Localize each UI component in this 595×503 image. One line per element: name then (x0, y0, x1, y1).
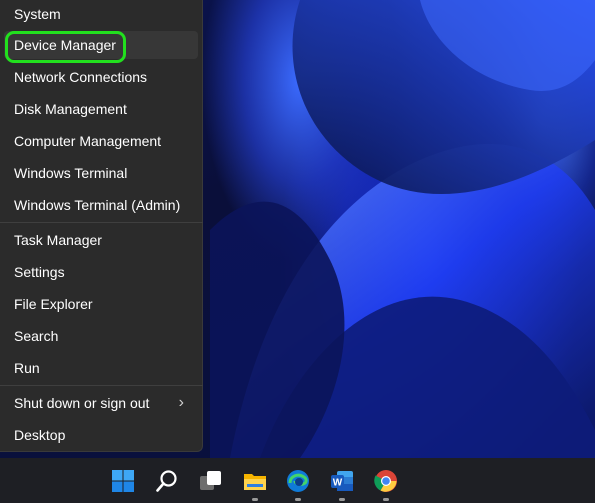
running-indicator (252, 498, 258, 501)
menu-item-file-explorer[interactable]: File Explorer (4, 290, 198, 318)
taskbar: W (0, 458, 595, 503)
menu-item-windows-terminal[interactable]: Windows Terminal (4, 159, 198, 187)
menu-item-network-connections[interactable]: Network Connections (4, 63, 198, 91)
menu-item-label: Windows Terminal (14, 165, 128, 181)
menu-item-label: Shut down or sign out (14, 395, 150, 411)
menu-item-settings[interactable]: Settings (4, 258, 198, 286)
winx-context-menu: System Device Manager Network Connection… (0, 0, 203, 452)
menu-item-search[interactable]: Search (4, 322, 198, 350)
menu-item-shut-down[interactable]: Shut down or sign out › (4, 389, 198, 417)
menu-item-label: Disk Management (14, 101, 127, 117)
menu-item-desktop[interactable]: Desktop (4, 421, 198, 449)
menu-item-label: System (14, 6, 61, 22)
menu-item-label: File Explorer (14, 296, 93, 312)
menu-item-label: Task Manager (14, 232, 102, 248)
running-indicator (295, 498, 301, 501)
menu-item-windows-terminal-admin[interactable]: Windows Terminal (Admin) (4, 191, 198, 219)
search-icon[interactable] (152, 466, 182, 496)
chrome-icon[interactable] (371, 466, 401, 496)
menu-item-label: Search (14, 328, 59, 344)
menu-item-disk-management[interactable]: Disk Management (4, 95, 198, 123)
menu-item-label: Settings (14, 264, 65, 280)
menu-item-task-manager[interactable]: Task Manager (4, 226, 198, 254)
menu-item-label: Desktop (14, 427, 66, 443)
menu-item-label: Run (14, 360, 40, 376)
running-indicator (383, 498, 389, 501)
running-indicator (339, 498, 345, 501)
menu-item-label: Network Connections (14, 69, 148, 85)
menu-item-device-manager[interactable]: Device Manager (4, 31, 198, 63)
menu-separator (0, 222, 203, 223)
svg-text:W: W (333, 478, 343, 489)
edge-icon[interactable] (283, 466, 313, 496)
word-icon[interactable]: W (327, 466, 357, 496)
menu-item-computer-management[interactable]: Computer Management (4, 127, 198, 155)
chevron-right-icon: › (178, 394, 184, 411)
windows-start-icon[interactable] (108, 466, 138, 496)
menu-item-system[interactable]: System (4, 0, 198, 28)
menu-item-label: Computer Management (14, 133, 162, 149)
file-explorer-icon[interactable] (240, 466, 270, 496)
menu-separator (0, 385, 203, 386)
menu-item-label: Device Manager (14, 37, 116, 53)
menu-item-label: Windows Terminal (Admin) (14, 197, 181, 213)
menu-item-run[interactable]: Run (4, 354, 198, 382)
task-view-icon[interactable] (196, 466, 226, 496)
